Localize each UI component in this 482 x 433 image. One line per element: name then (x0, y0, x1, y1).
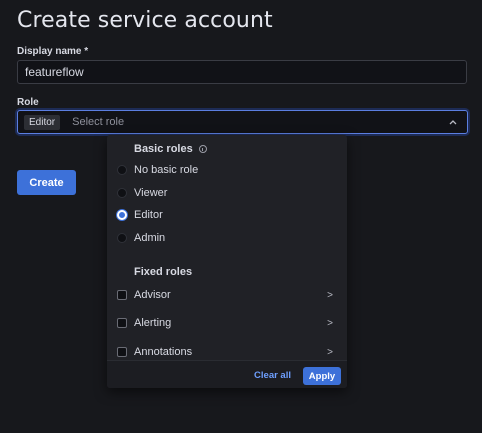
info-icon[interactable] (198, 145, 207, 153)
role-placeholder: Select role (72, 116, 125, 128)
basic-role-viewer[interactable]: Viewer (107, 183, 347, 203)
basic-roles-heading: Basic roles (134, 143, 207, 155)
fixed-roles-heading: Fixed roles (134, 266, 192, 278)
basic-role-label: Admin (134, 232, 166, 244)
basic-role-admin[interactable]: Admin (107, 228, 347, 248)
role-tag: Editor (24, 114, 61, 130)
role-picker-list[interactable]: Basic roles No basic role Viewer Editor … (107, 135, 347, 360)
display-name-label: Display name * (17, 46, 89, 57)
fixed-roles-title: Fixed roles (134, 266, 193, 278)
display-name-input[interactable]: featureflow (17, 60, 467, 84)
basic-role-label: Viewer (134, 187, 168, 199)
checkbox[interactable] (117, 318, 127, 328)
radio-button[interactable] (117, 233, 127, 243)
expand-arrow-icon[interactable]: > (327, 318, 333, 329)
role-label: Role (17, 97, 39, 108)
radio-button-checked[interactable] (117, 210, 127, 220)
checkbox[interactable] (117, 290, 127, 300)
basic-role-label: No basic role (134, 164, 199, 176)
expand-arrow-icon[interactable]: > (327, 290, 333, 301)
dropdown-footer: Clear all Apply (107, 360, 347, 388)
basic-role-label: Editor (134, 209, 163, 221)
basic-roles-title: Basic roles (134, 143, 193, 155)
fixed-role-advisor[interactable]: Advisor > (107, 285, 347, 305)
expand-arrow-icon[interactable]: > (327, 347, 333, 358)
basic-role-no-basic-role[interactable]: No basic role (107, 160, 347, 180)
fixed-role-label: Advisor (134, 289, 171, 301)
create-button[interactable]: Create (17, 170, 76, 195)
page-title: Create service account (17, 8, 273, 33)
chevron-up-icon[interactable] (449, 117, 457, 127)
checkbox[interactable] (117, 347, 127, 357)
fixed-role-label: Alerting (134, 317, 172, 329)
role-select[interactable]: Editor Select role (17, 110, 468, 134)
basic-role-editor[interactable]: Editor (107, 205, 347, 225)
fixed-role-annotations[interactable]: Annotations > (107, 342, 347, 360)
apply-button[interactable]: Apply (303, 367, 341, 385)
radio-button[interactable] (117, 165, 127, 175)
radio-button[interactable] (117, 188, 127, 198)
display-name-value: featureflow (25, 65, 84, 79)
fixed-role-alerting[interactable]: Alerting > (107, 313, 347, 333)
clear-all-button[interactable]: Clear all (254, 370, 291, 381)
role-picker-dropdown: Basic roles No basic role Viewer Editor … (107, 135, 347, 388)
fixed-role-label: Annotations (134, 346, 193, 358)
